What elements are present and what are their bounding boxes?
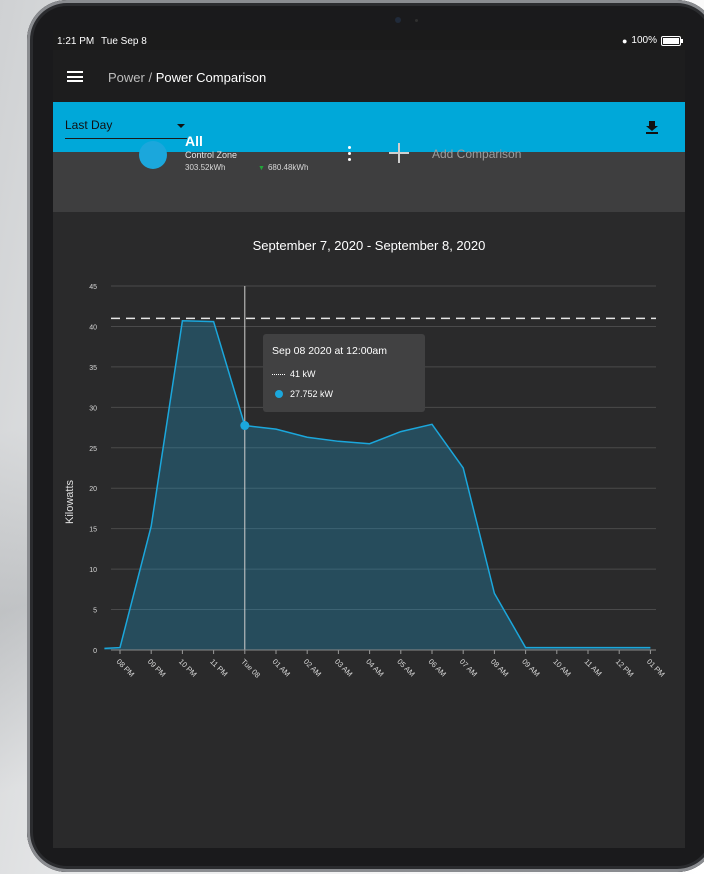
x-tick-label: 04 AM xyxy=(364,657,385,678)
x-tick-label: 02 AM xyxy=(302,657,323,678)
y-tick-label: 25 xyxy=(89,446,97,453)
x-tick-label: 07 AM xyxy=(458,657,479,678)
x-tick-label: 05 AM xyxy=(395,657,416,678)
x-tick-label: 11 PM xyxy=(208,657,229,678)
x-tick-label: 10 AM xyxy=(551,657,572,678)
threshold-line-icon xyxy=(272,374,285,375)
x-tick-label: 03 AM xyxy=(333,657,354,678)
x-tick-label: 11 AM xyxy=(583,657,604,678)
y-tick-label: 35 xyxy=(89,365,97,372)
tooltip-title: Sep 08 2020 at 12:00am xyxy=(272,345,388,357)
x-tick-label: Tue 08 xyxy=(239,657,262,680)
tooltip-threshold: 41 kW xyxy=(290,369,316,379)
y-tick-label: 15 xyxy=(89,527,97,534)
x-tick-label: 12 PM xyxy=(614,657,636,679)
y-tick-label: 0 xyxy=(93,648,97,655)
power-chart[interactable]: 0 5 10 15 20 25 30 35 40 45 08 PM 09 PM 10 PM 11 PM Tu… xyxy=(53,30,685,848)
tooltip-value: 27.752 kW xyxy=(290,389,334,399)
x-tick-label: 08 PM xyxy=(115,657,137,679)
x-tick-label: 01 PM xyxy=(645,657,667,679)
x-tick-label: 01 AM xyxy=(271,657,292,678)
camera-sensor xyxy=(415,19,418,22)
y-tick-label: 30 xyxy=(89,405,97,412)
x-tick-label: 08 AM xyxy=(489,657,510,678)
highlight-point xyxy=(240,421,250,431)
series-dot-icon xyxy=(275,390,283,398)
y-tick-label: 45 xyxy=(89,284,97,291)
x-tick-label: 10 PM xyxy=(177,657,199,679)
front-camera xyxy=(395,17,401,23)
y-tick-label: 40 xyxy=(89,324,97,331)
app-screen: 1:21 PM Tue Sep 8 ● 100% Power / Power C… xyxy=(53,30,685,848)
x-tick-label: 06 AM xyxy=(427,657,448,678)
y-tick-label: 10 xyxy=(89,567,97,574)
x-tick-label: 09 AM xyxy=(520,657,541,678)
x-tick-label: 09 PM xyxy=(146,657,168,679)
y-tick-label: 5 xyxy=(93,608,97,615)
y-tick-label: 20 xyxy=(89,486,97,493)
chart-tooltip: Sep 08 2020 at 12:00am 41 kW 27.752 kW xyxy=(263,334,425,412)
